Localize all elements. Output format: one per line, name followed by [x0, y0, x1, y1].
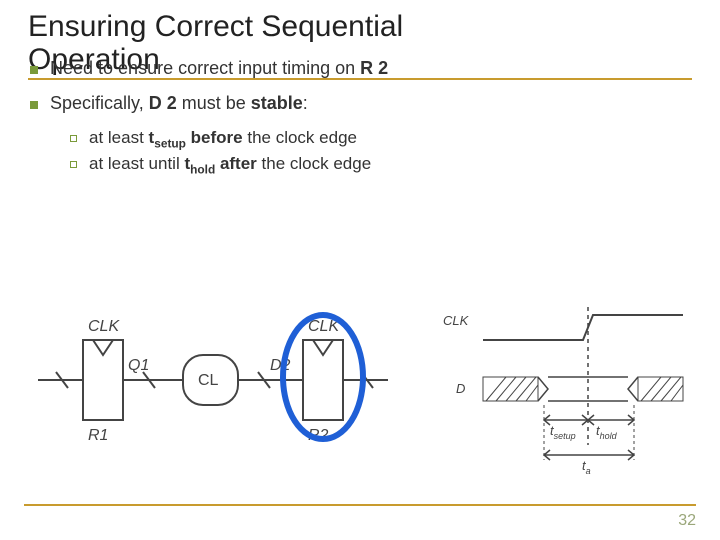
circuit-timing-diagram: CLK R1 Q1 CL D2 CLK R2	[28, 285, 692, 485]
bullet-open-square-icon	[70, 135, 77, 142]
sub-bullet-2-text: at least until thold after the clock edg…	[89, 154, 371, 176]
bullet-1-text: Need to ensure correct input timing on R…	[50, 58, 388, 79]
sub1-pre: at least	[89, 128, 149, 147]
circuit-block: CLK R1 Q1 CL D2 CLK R2	[38, 315, 388, 444]
bullet-2-mid: must be	[177, 93, 251, 113]
bullet-1-bold: R 2	[360, 58, 388, 78]
bullet-square-icon	[30, 101, 38, 109]
label-q1: Q1	[128, 357, 149, 374]
sub2-sub: hold	[190, 163, 215, 177]
sub2-bold: after	[215, 154, 257, 173]
page-number: 32	[678, 512, 696, 530]
label-ta: ta	[582, 458, 591, 476]
bottom-rule	[24, 504, 696, 506]
diagram-area: CLK R1 Q1 CL D2 CLK R2	[28, 285, 692, 485]
label-clk-timing: CLK	[443, 313, 470, 328]
sub-bullet-1-text: at least tsetup before the clock edge	[89, 128, 357, 150]
sub1-bold: before	[186, 128, 243, 147]
bullet-square-icon	[30, 66, 38, 74]
slide: Ensuring Correct Sequential Operation Ne…	[0, 0, 720, 540]
label-tsetup: tsetup	[550, 423, 576, 441]
bullet-1-pre: Need to ensure correct input timing on	[50, 58, 360, 78]
timing-block: CLK D	[443, 307, 683, 476]
sub1-sub: setup	[154, 136, 186, 150]
sub1-post: the clock edge	[243, 128, 357, 147]
bullet-item-1: Need to ensure correct input timing on R…	[28, 58, 692, 79]
bullet-open-square-icon	[70, 161, 77, 168]
bullet-2-post: :	[303, 93, 308, 113]
label-clk-r1: CLK	[88, 318, 120, 335]
label-r1: R1	[88, 427, 108, 444]
title-line1: Ensuring Correct Sequential	[28, 10, 403, 43]
bullet-item-2: Specifically, D 2 must be stable:	[28, 93, 692, 114]
bullet-2-text: Specifically, D 2 must be stable:	[50, 93, 308, 114]
sub2-pre: at least until	[89, 154, 184, 173]
bullet-2-bold1: D 2	[149, 93, 177, 113]
label-cl: CL	[198, 372, 219, 389]
bullet-list: Need to ensure correct input timing on R…	[28, 58, 692, 177]
bullet-2-pre: Specifically,	[50, 93, 149, 113]
sub-bullet-1: at least tsetup before the clock edge	[68, 128, 692, 150]
bullet-2-bold2: stable	[251, 93, 303, 113]
sub-bullet-2: at least until thold after the clock edg…	[68, 154, 692, 176]
label-thold: thold	[596, 423, 618, 441]
sub2-post: the clock edge	[257, 154, 371, 173]
label-d-timing: D	[456, 381, 465, 396]
